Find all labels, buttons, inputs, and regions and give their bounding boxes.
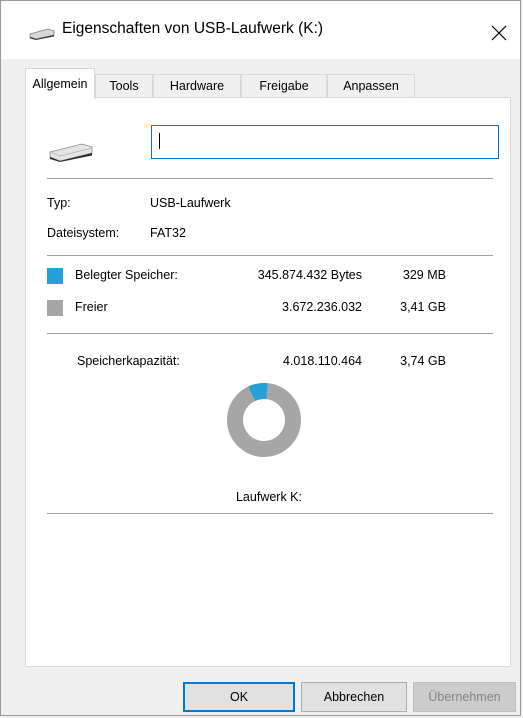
- separator: [47, 255, 493, 256]
- usb-drive-icon: [49, 143, 93, 162]
- general-tab-panel: Typ: USB-Laufwerk Dateisystem: FAT32 Bel…: [25, 97, 511, 667]
- text-caret: [159, 133, 160, 149]
- tab-anpassen[interactable]: Anpassen: [327, 74, 415, 97]
- type-value: USB-Laufwerk: [150, 196, 231, 210]
- capacity-size: 3,74 GB: [400, 354, 446, 368]
- window-title: Eigenschaften von USB-Laufwerk (K:): [62, 20, 324, 37]
- ok-button[interactable]: OK: [183, 682, 295, 712]
- usage-donut-chart: [227, 383, 301, 457]
- free-space-bytes: 3.672.236.032: [282, 300, 362, 314]
- tab-tools[interactable]: Tools: [95, 74, 153, 97]
- drive-name-input[interactable]: [151, 125, 499, 159]
- title-bar: Eigenschaften von USB-Laufwerk (K:): [1, 1, 520, 59]
- used-space-size: 329 MB: [402, 268, 446, 282]
- used-space-label: Belegter Speicher:: [75, 268, 178, 282]
- tab-hardware[interactable]: Hardware: [153, 74, 241, 97]
- capacity-label: Speicherkapazität:: [77, 354, 180, 368]
- free-space-size: 3,41 GB: [400, 300, 446, 314]
- tab-freigabe[interactable]: Freigabe: [241, 74, 327, 97]
- free-space-swatch: [47, 300, 63, 316]
- tab-allgemein[interactable]: Allgemein: [25, 68, 95, 99]
- type-label: Typ:: [47, 196, 71, 210]
- separator: [47, 513, 493, 514]
- usb-drive-icon: [29, 28, 55, 40]
- properties-dialog: Eigenschaften von USB-Laufwerk (K:) Allg…: [0, 0, 521, 716]
- capacity-bytes: 4.018.110.464: [282, 354, 362, 368]
- drive-label: Laufwerk K:: [235, 490, 302, 504]
- cancel-button[interactable]: Abbrechen: [301, 682, 407, 712]
- donut-free-segment: [227, 383, 301, 457]
- used-space-bytes: 345.874.432 Bytes: [257, 268, 362, 282]
- apply-button[interactable]: Übernehmen: [413, 682, 516, 712]
- used-space-swatch: [47, 268, 63, 284]
- free-space-label: Freier: [75, 300, 108, 314]
- separator: [47, 333, 493, 334]
- close-button[interactable]: [481, 15, 517, 51]
- close-icon: [491, 25, 507, 41]
- filesystem-value: FAT32: [150, 226, 186, 240]
- filesystem-label: Dateisystem:: [47, 226, 120, 240]
- separator: [47, 178, 493, 179]
